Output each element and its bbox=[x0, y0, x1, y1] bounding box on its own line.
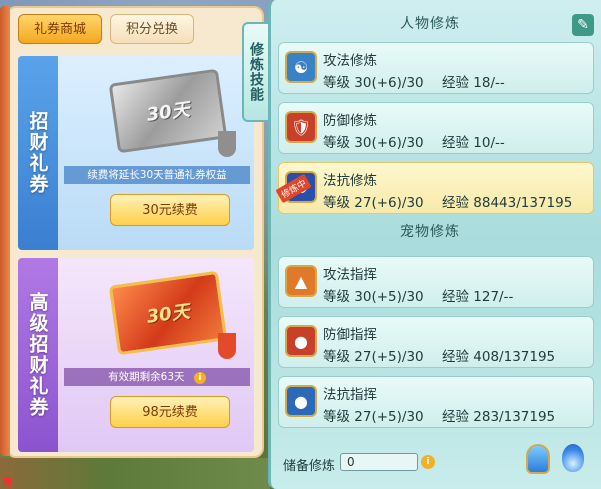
skill-name: 法抗修炼 bbox=[323, 173, 377, 189]
paw-shield-icon: ● bbox=[285, 385, 317, 417]
skill-level: 等级 30(+6)/30 bbox=[323, 135, 424, 151]
premium-coupon-title: 高级招财礼券 bbox=[26, 292, 49, 418]
skill-row-magic-resist[interactable]: ☯ 修炼中 法抗修炼 等级 27(+6)/30 经验 88443/137195 bbox=[275, 162, 594, 214]
skill-exp: 经验 18/-- bbox=[442, 75, 505, 91]
blue-flame-icon[interactable] bbox=[562, 444, 584, 472]
skill-row-defense[interactable]: 🛡 防御修炼 等级 30(+6)/30 经验 10/-- bbox=[278, 102, 594, 154]
character-cultivation-title: 人物修炼 bbox=[400, 16, 460, 32]
shop-panel-edge bbox=[0, 6, 10, 456]
red-ribbon-icon bbox=[218, 333, 236, 359]
silver-ticket-label: 30天 bbox=[145, 99, 191, 126]
skill-exp: 经验 127/-- bbox=[442, 289, 514, 305]
skill-row-pet-defense[interactable]: ● 防御指挥 等级 27(+5)/30 经验 408/137195 bbox=[278, 316, 594, 368]
skill-name: 防御指挥 bbox=[323, 327, 377, 343]
paw-icon: ● bbox=[285, 325, 317, 357]
edit-icon[interactable]: ✎ bbox=[572, 14, 594, 36]
claw-icon: ▲ bbox=[285, 265, 317, 297]
renew-30-button[interactable]: 30元续费 bbox=[110, 194, 230, 226]
fortune-coupon-side: 招财礼券 bbox=[18, 56, 58, 250]
reserve-cultivation-label: 储备修炼 bbox=[283, 459, 336, 474]
premium-coupon-side: 高级招财礼券 bbox=[18, 258, 58, 452]
skill-exp: 经验 88443/137195 bbox=[442, 195, 573, 211]
skill-level: 等级 27(+5)/30 bbox=[323, 349, 424, 365]
skill-name: 攻法指挥 bbox=[323, 267, 377, 283]
silver-ribbon-icon bbox=[218, 131, 236, 157]
fortune-coupon-title: 招财礼券 bbox=[26, 111, 49, 195]
gold-ticket-icon: 30天 bbox=[108, 270, 228, 356]
fortune-coupon-card: 招财礼券 30天 续费将延长30天普通礼券权益 30元续费 bbox=[18, 56, 254, 250]
premium-coupon-note: 有效期剩余63天 i bbox=[64, 368, 250, 386]
skill-row-pet-resist[interactable]: ● 法抗指挥 等级 27(+5)/30 经验 283/137195 bbox=[278, 376, 594, 428]
skill-name: 防御修炼 bbox=[323, 113, 377, 129]
skill-row-attack-magic[interactable]: ☯ 攻法修炼 等级 30(+6)/30 经验 18/-- bbox=[278, 42, 594, 94]
tab-coupon-shop[interactable]: 礼券商城 bbox=[18, 14, 102, 44]
tab-points-exchange[interactable]: 积分兑换 bbox=[110, 14, 194, 44]
renew-98-button[interactable]: 98元续费 bbox=[110, 396, 230, 428]
skill-name: 法抗指挥 bbox=[323, 387, 377, 403]
info-icon[interactable]: i bbox=[193, 372, 206, 384]
potion-icon[interactable] bbox=[526, 444, 550, 474]
skill-level: 等级 30(+6)/30 bbox=[323, 75, 424, 91]
meditation-icon: ☯ bbox=[285, 51, 317, 83]
skill-row-pet-attack[interactable]: ▲ 攻法指挥 等级 30(+5)/30 经验 127/-- bbox=[278, 256, 594, 308]
skill-exp: 经验 283/137195 bbox=[442, 409, 556, 425]
premium-coupon-card: 高级招财礼券 30天 有效期剩余63天 i 98元续费 bbox=[18, 258, 254, 452]
skill-level: 等级 30(+5)/30 bbox=[323, 289, 424, 305]
tab-cultivation-skills[interactable]: 修炼技能 bbox=[242, 22, 270, 122]
gold-ticket-label: 30天 bbox=[145, 301, 191, 328]
reserve-cultivation-value: 0 bbox=[340, 453, 418, 471]
skill-exp: 经验 408/137195 bbox=[442, 349, 556, 365]
skill-name: 攻法修炼 bbox=[323, 53, 377, 69]
skill-exp: 经验 10/-- bbox=[442, 135, 505, 151]
pet-cultivation-title: 宠物修炼 bbox=[400, 224, 460, 240]
fortune-coupon-note: 续费将延长30天普通礼券权益 bbox=[64, 166, 250, 184]
skill-level: 等级 27(+5)/30 bbox=[323, 409, 424, 425]
scene-bottom-strip bbox=[0, 458, 270, 489]
silver-ticket-icon: 30天 bbox=[108, 68, 228, 154]
shield-icon: 🛡 bbox=[285, 111, 317, 143]
info-coin-icon[interactable]: i bbox=[421, 455, 435, 469]
premium-coupon-note-text: 有效期剩余63天 bbox=[108, 371, 185, 383]
scene-stray-text: 商 bbox=[2, 478, 12, 489]
tab-cultivation-skills-label: 修炼技能 bbox=[248, 42, 264, 102]
skill-level: 等级 27(+6)/30 bbox=[323, 195, 424, 211]
fortune-coupon-note-text: 续费将延长30天普通礼券权益 bbox=[87, 169, 227, 181]
